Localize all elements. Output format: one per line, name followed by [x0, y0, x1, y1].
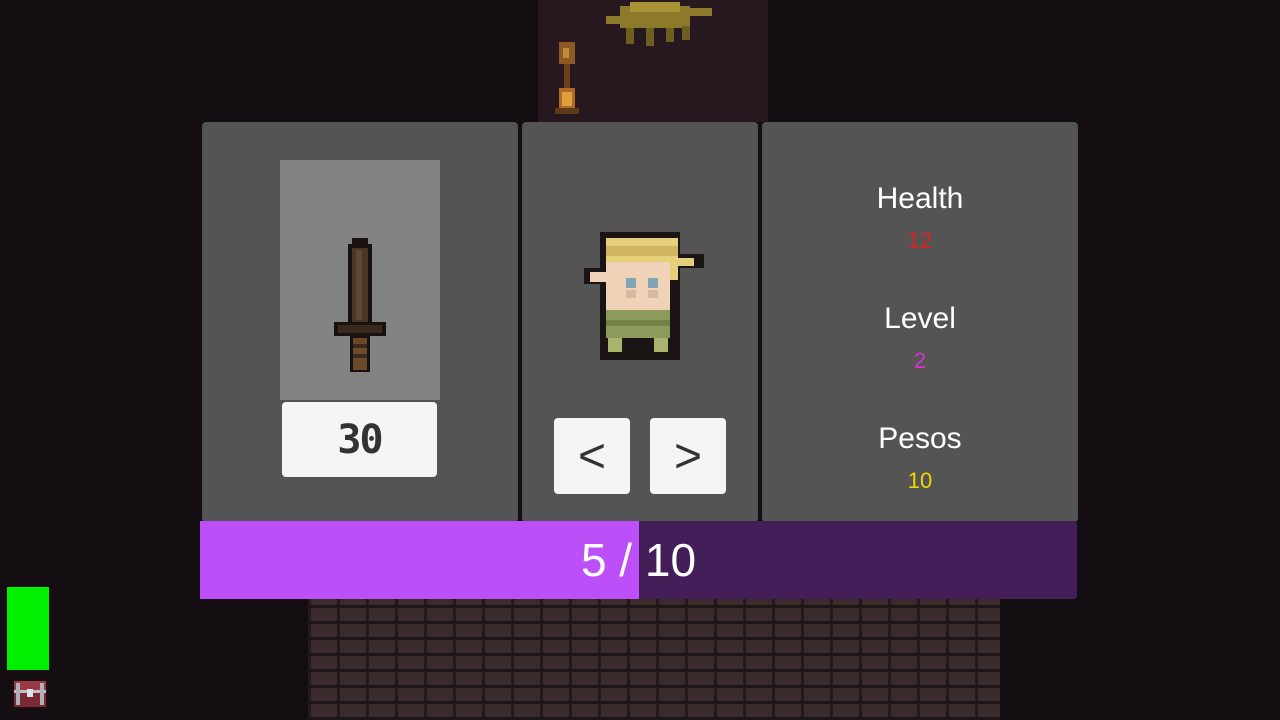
- level-value: 2: [913, 348, 927, 373]
- sword-icon: [334, 238, 386, 372]
- upgrade-weapon-button[interactable]: 30: [282, 402, 437, 477]
- xp-current: 5: [580, 534, 607, 586]
- hitpoint-bar: [7, 587, 49, 670]
- brick-floor: [308, 598, 1000, 720]
- experience-text: 5 / 10: [200, 521, 1077, 599]
- level-label: Level: [884, 302, 956, 335]
- health-value: 12: [907, 228, 933, 253]
- blonde-hero-icon: [584, 232, 704, 360]
- next-character-button[interactable]: >: [650, 418, 726, 494]
- creature-sprite: [606, 2, 712, 46]
- xp-separator: /: [606, 534, 645, 586]
- xp-max: 10: [644, 534, 697, 586]
- pesos-label: Pesos: [878, 422, 962, 455]
- torch-icon: [555, 42, 579, 114]
- pesos-value: 10: [907, 468, 933, 493]
- chest-icon[interactable]: [10, 677, 50, 711]
- experience-bar: 5 / 10: [200, 521, 1077, 599]
- health-label: Health: [876, 182, 964, 215]
- previous-character-button[interactable]: <: [554, 418, 630, 494]
